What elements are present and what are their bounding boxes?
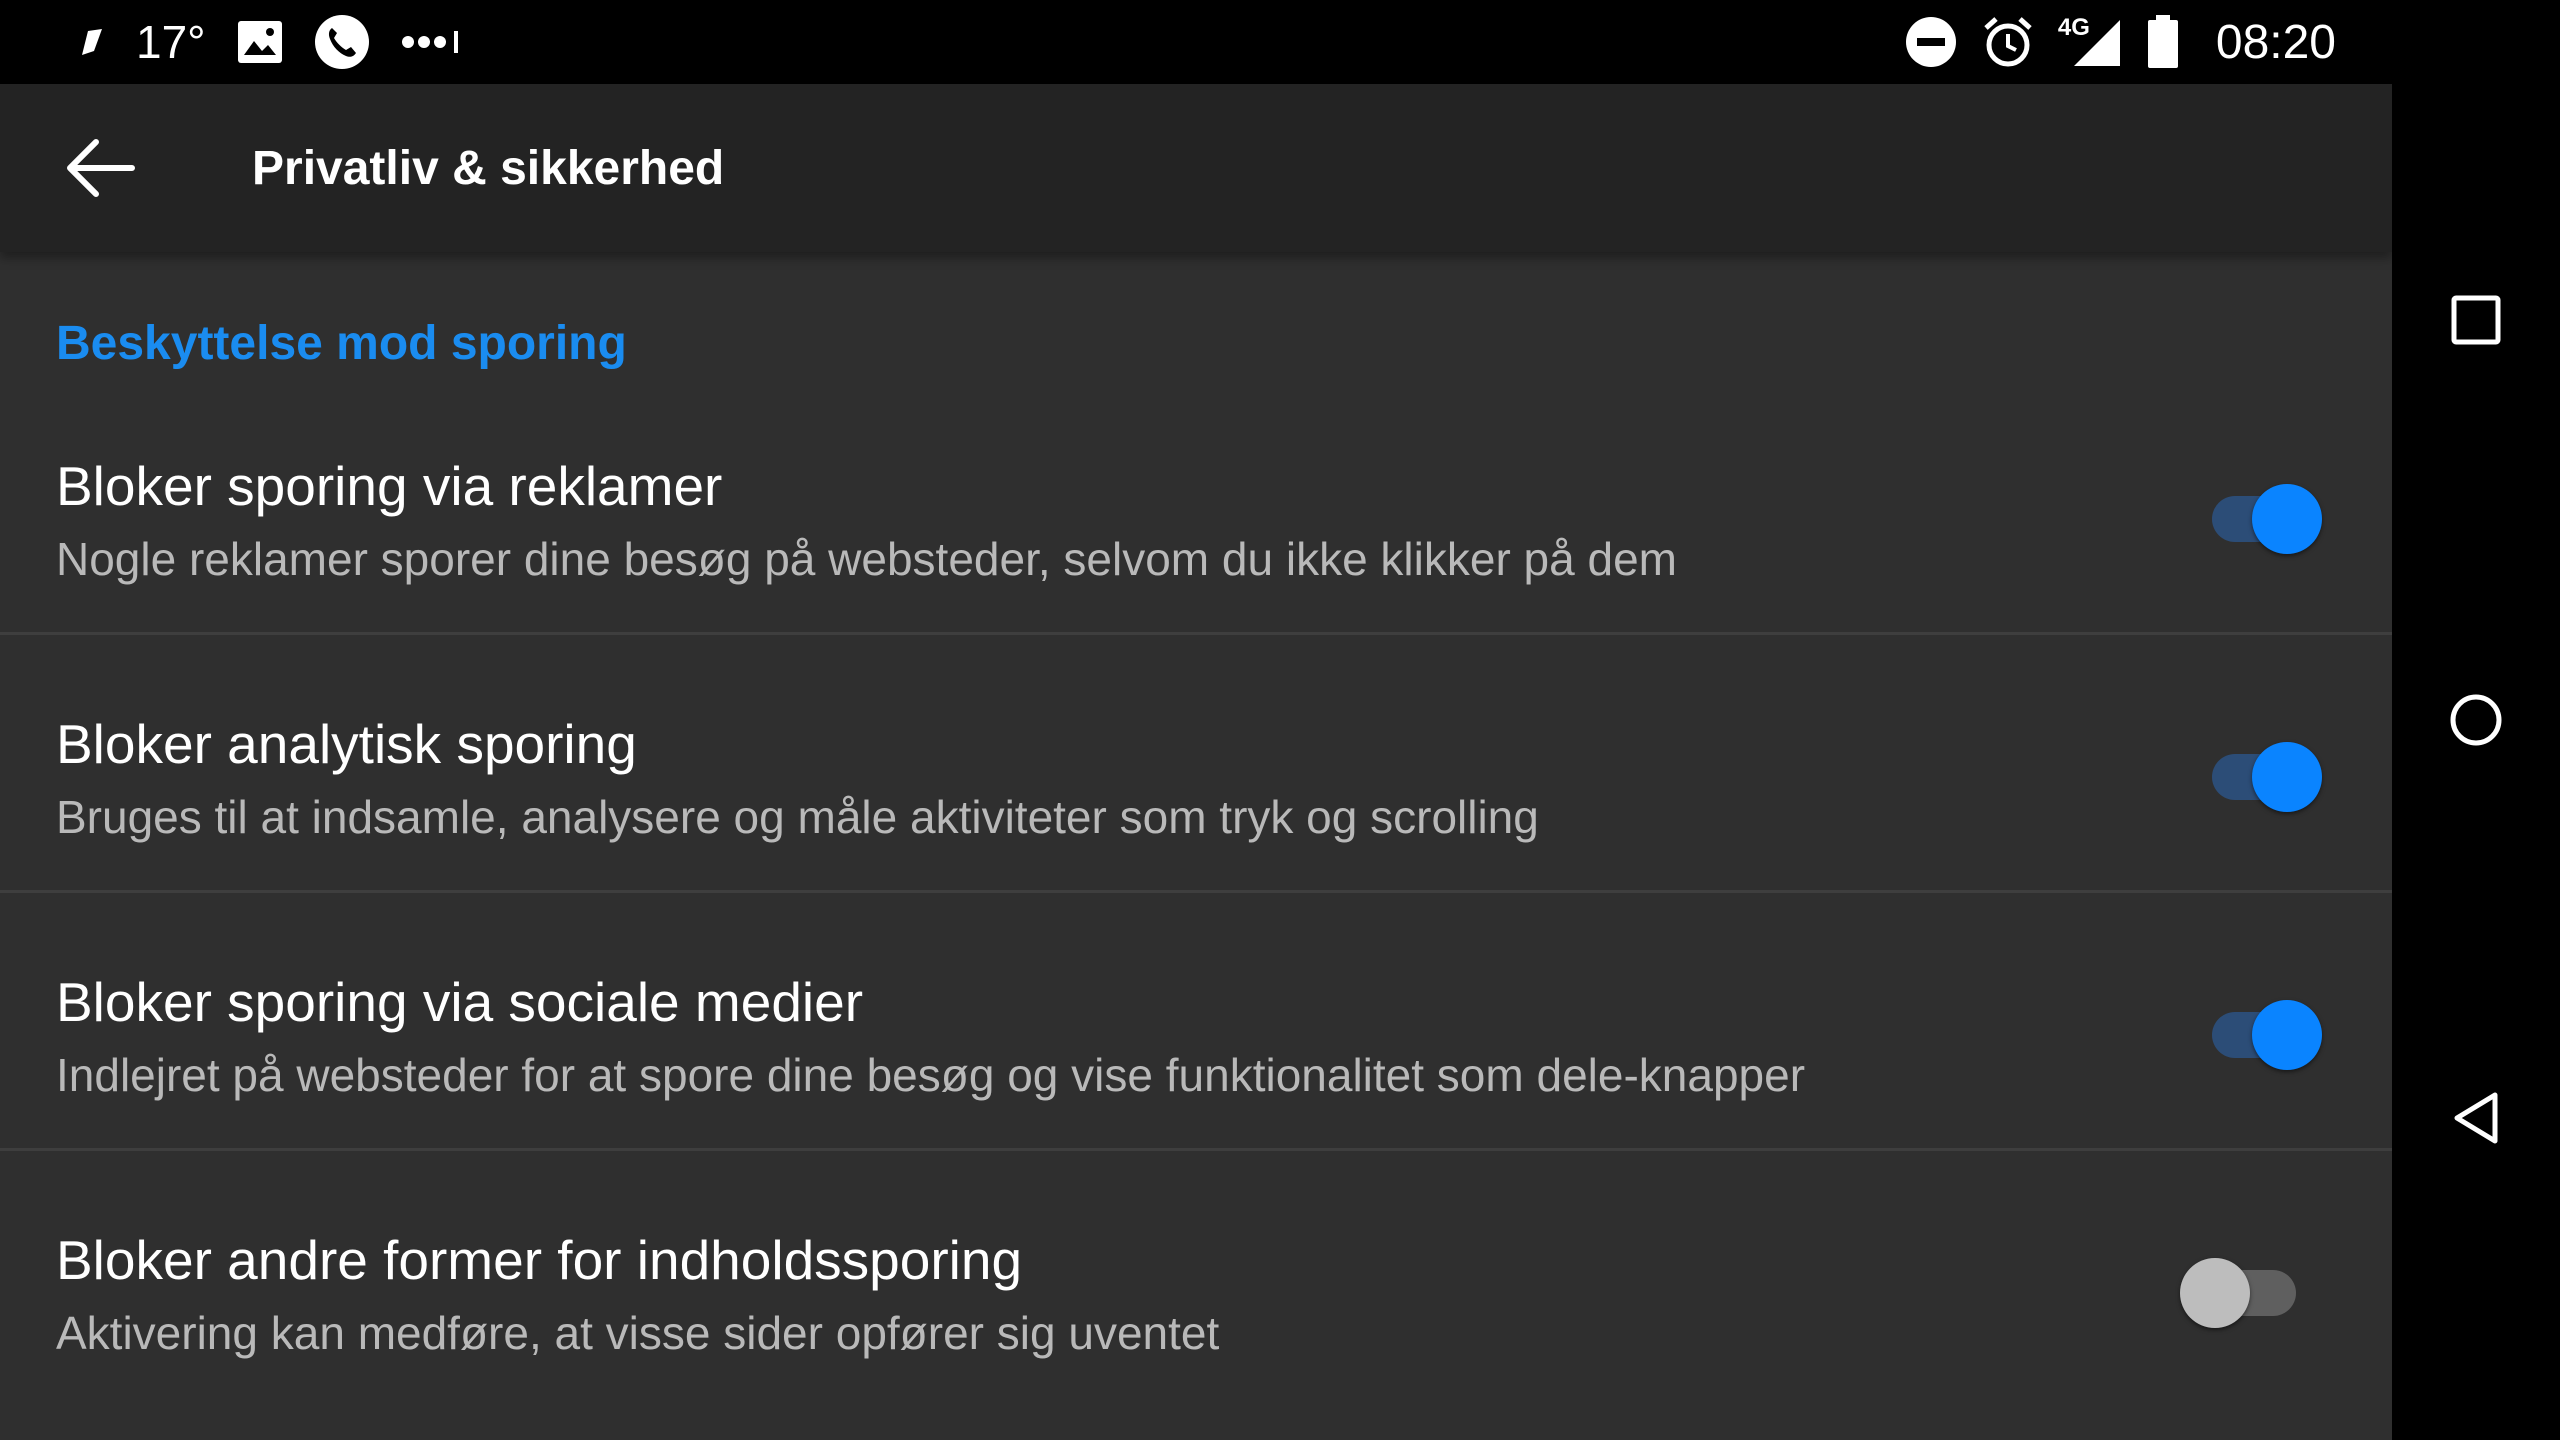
temperature-text: 17° bbox=[136, 16, 206, 68]
toggle-switch[interactable] bbox=[2204, 990, 2324, 1070]
toggle-thumb bbox=[2252, 1000, 2322, 1070]
setting-title: Bloker sporing via sociale medier bbox=[56, 971, 864, 1033]
divider bbox=[0, 890, 2392, 893]
navigation-bar bbox=[2392, 0, 2560, 1440]
divider bbox=[0, 632, 2392, 635]
more-dots-icon bbox=[400, 27, 462, 57]
battery-icon bbox=[2146, 14, 2180, 70]
setting-row-ad-tracking[interactable]: Bloker sporing via reklamer Nogle reklam… bbox=[0, 434, 2392, 692]
setting-row-social-tracking[interactable]: Bloker sporing via sociale medier Indlej… bbox=[0, 950, 2392, 1208]
alarm-icon bbox=[1980, 14, 2036, 70]
clock-text: 08:20 bbox=[2215, 15, 2336, 69]
location-icon bbox=[76, 25, 106, 59]
arrow-left-icon bbox=[64, 136, 136, 200]
status-bar: 17° 4G 08:20 bbox=[0, 0, 2392, 84]
signal-icon: 4G bbox=[2058, 14, 2124, 70]
toggle-switch[interactable] bbox=[2204, 732, 2324, 812]
setting-subtitle: Bruges til at indsamle, analysere og mål… bbox=[56, 791, 1539, 843]
toggle-switch[interactable] bbox=[2180, 1248, 2304, 1328]
setting-title: Bloker analytisk sporing bbox=[56, 713, 637, 775]
setting-row-analytics-tracking[interactable]: Bloker analytisk sporing Bruges til at i… bbox=[0, 692, 2392, 950]
back-triangle-icon bbox=[2451, 1091, 2501, 1145]
app-bar: Privatliv & sikkerhed bbox=[0, 84, 2392, 252]
recents-icon bbox=[2451, 295, 2501, 345]
recents-button[interactable] bbox=[2436, 280, 2516, 360]
divider bbox=[0, 1148, 2392, 1151]
setting-subtitle: Nogle reklamer sporer dine besøg på webs… bbox=[56, 533, 1677, 585]
dnd-icon bbox=[1904, 15, 1958, 69]
toggle-thumb bbox=[2180, 1258, 2250, 1328]
toggle-switch[interactable] bbox=[2204, 474, 2324, 554]
page-title: Privatliv & sikkerhed bbox=[252, 141, 725, 195]
setting-title: Bloker andre former for indholdssporing bbox=[56, 1229, 1023, 1291]
phone-icon bbox=[314, 14, 370, 70]
settings-content: Beskyttelse mod sporing Bloker sporing v… bbox=[0, 252, 2392, 1440]
toggle-thumb bbox=[2252, 742, 2322, 812]
back-button[interactable] bbox=[0, 84, 200, 252]
image-icon bbox=[236, 19, 284, 65]
back-nav-button[interactable] bbox=[2436, 1078, 2516, 1158]
home-button[interactable] bbox=[2436, 680, 2516, 760]
toggle-thumb bbox=[2252, 484, 2322, 554]
home-icon bbox=[2449, 693, 2503, 747]
setting-row-content-tracking[interactable]: Bloker andre former for indholdssporing … bbox=[0, 1208, 2392, 1440]
setting-title: Bloker sporing via reklamer bbox=[56, 455, 723, 517]
setting-subtitle: Indlejret på websteder for at spore dine… bbox=[56, 1049, 1806, 1101]
section-header: Beskyttelse mod sporing bbox=[56, 317, 627, 370]
setting-subtitle: Aktivering kan medføre, at visse sider o… bbox=[56, 1307, 1220, 1359]
network-type-text: 4G bbox=[2057, 14, 2090, 41]
